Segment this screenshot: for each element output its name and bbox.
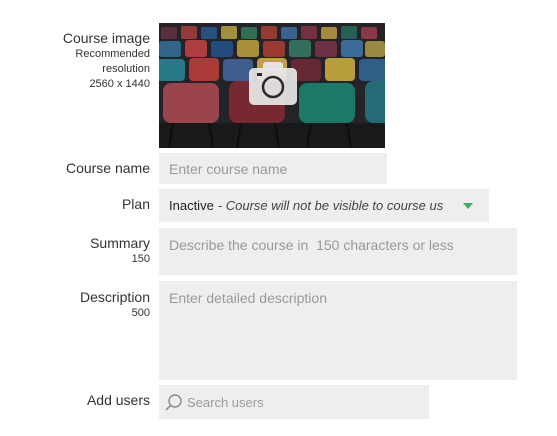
- course-image-hint-line2: resolution: [102, 63, 150, 75]
- plan-select[interactable]: Inactive - Course will not be visible to…: [159, 189, 489, 222]
- description-field-wrapper: [159, 281, 517, 380]
- add-users-search: [159, 385, 429, 419]
- summary-field-wrapper: [159, 228, 517, 275]
- course-name-field-wrapper: [159, 153, 387, 184]
- camera-icon[interactable]: [249, 62, 297, 105]
- search-icon: [165, 394, 182, 411]
- summary-label: Summary: [90, 235, 150, 251]
- summary-char-limit: 150: [131, 253, 150, 265]
- course-image-label: Course image: [62, 30, 150, 46]
- add-users-label: Add users: [86, 392, 150, 408]
- course-image-label-group: Course image Recommended resolution 2560…: [63, 30, 150, 92]
- description-textarea[interactable]: [159, 281, 517, 380]
- search-users-input[interactable]: [183, 385, 429, 419]
- plan-description: - Course will not be visible to course u…: [217, 198, 443, 213]
- description-label-group: Description 500: [80, 289, 150, 321]
- course-image-hint-line3: 2560 x 1440: [89, 78, 150, 90]
- summary-textarea[interactable]: [159, 228, 517, 275]
- course-image-hint-line1: Recommended: [75, 48, 150, 60]
- plan-status: Inactive: [169, 198, 214, 213]
- course-name-label: Course name: [65, 160, 150, 176]
- description-label: Description: [79, 289, 150, 305]
- caret-down-icon[interactable]: [463, 203, 473, 209]
- description-char-limit: 500: [131, 307, 150, 319]
- plan-label: Plan: [121, 196, 150, 212]
- summary-label-group: Summary 150: [90, 235, 150, 267]
- course-name-input[interactable]: [159, 153, 387, 184]
